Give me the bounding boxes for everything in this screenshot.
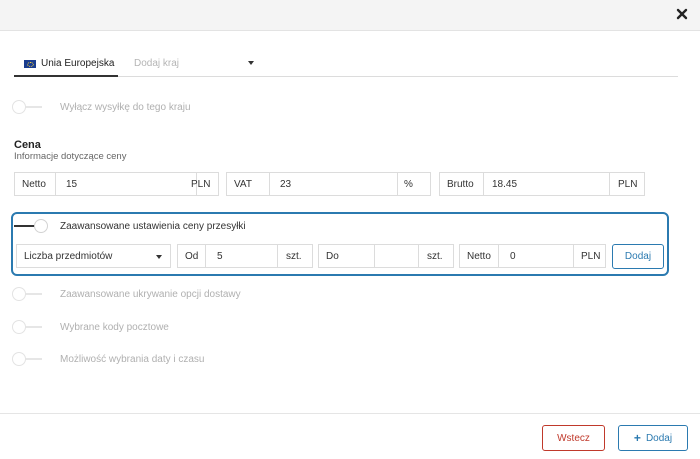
add-button-label: Dodaj <box>645 432 673 444</box>
advanced-netto-unit: PLN <box>581 250 601 262</box>
advanced-netto-field: Netto 0 PLN <box>459 244 606 268</box>
from-label: Od <box>185 250 199 262</box>
advanced-hiding-toggle[interactable] <box>12 287 44 301</box>
tab-european-union[interactable]: Unia Europejska <box>14 52 118 77</box>
from-unit: szt. <box>286 250 302 262</box>
date-time-label: Możliwość wybrania daty i czasu <box>60 354 205 365</box>
netto-input[interactable]: 15 <box>56 173 176 195</box>
chevron-down-icon[interactable] <box>248 61 254 65</box>
add-button[interactable]: + Dodaj <box>618 425 688 451</box>
vat-input[interactable]: 23 <box>270 173 390 195</box>
advanced-hiding-label: Zaawansowane ukrywanie opcji dostawy <box>60 289 241 300</box>
to-unit: szt. <box>427 250 443 262</box>
advanced-price-label: Zaawansowane ustawienia ceny przesyłki <box>60 221 246 232</box>
advanced-price-toggle[interactable] <box>14 219 48 233</box>
condition-select[interactable]: Liczba przedmiotów <box>16 244 171 268</box>
brutto-field: Brutto 18.45 PLN <box>439 172 645 196</box>
netto-unit: PLN <box>191 178 211 190</box>
brutto-label: Brutto <box>447 178 474 190</box>
to-input[interactable] <box>375 245 417 267</box>
vat-unit: % <box>404 178 413 190</box>
vat-field: VAT 23 % <box>226 172 431 196</box>
vat-label: VAT <box>234 178 252 190</box>
from-input[interactable]: 5 <box>206 245 276 267</box>
brutto-input[interactable]: 18.45 <box>484 173 604 195</box>
condition-select-value: Liczba przedmiotów <box>24 250 113 262</box>
to-label: Do <box>326 250 339 262</box>
disable-shipping-toggle[interactable] <box>12 100 44 114</box>
eu-flag-icon <box>24 59 36 68</box>
netto-field: Netto 15 PLN <box>14 172 219 196</box>
from-field: Od 5 szt. <box>177 244 313 268</box>
advanced-netto-input[interactable]: 0 <box>499 245 569 267</box>
price-subtitle: Informacje dotyczące ceny <box>14 151 127 162</box>
postal-codes-toggle[interactable] <box>12 320 44 334</box>
add-country-label: Dodaj kraj <box>134 58 180 69</box>
advanced-netto-label: Netto <box>467 250 491 262</box>
to-field: Do szt. <box>318 244 454 268</box>
add-country-dropdown[interactable]: Dodaj kraj <box>134 52 259 75</box>
modal-header <box>0 0 700 31</box>
price-title: Cena <box>14 139 41 151</box>
disable-shipping-label: Wyłącz wysyłkę do tego kraju <box>60 102 191 113</box>
postal-codes-label: Wybrane kody pocztowe <box>60 322 169 333</box>
brutto-unit: PLN <box>618 178 638 190</box>
back-button[interactable]: Wstecz <box>542 425 605 451</box>
tab-label: Unia Europejska <box>41 58 115 69</box>
netto-label: Netto <box>22 178 46 190</box>
close-icon[interactable] <box>674 6 690 22</box>
add-range-button[interactable]: Dodaj <box>612 244 664 269</box>
date-time-toggle[interactable] <box>12 352 44 366</box>
plus-icon: + <box>633 431 641 445</box>
chevron-down-icon <box>156 255 162 259</box>
country-tabs: Unia Europejska Dodaj kraj <box>14 52 678 77</box>
